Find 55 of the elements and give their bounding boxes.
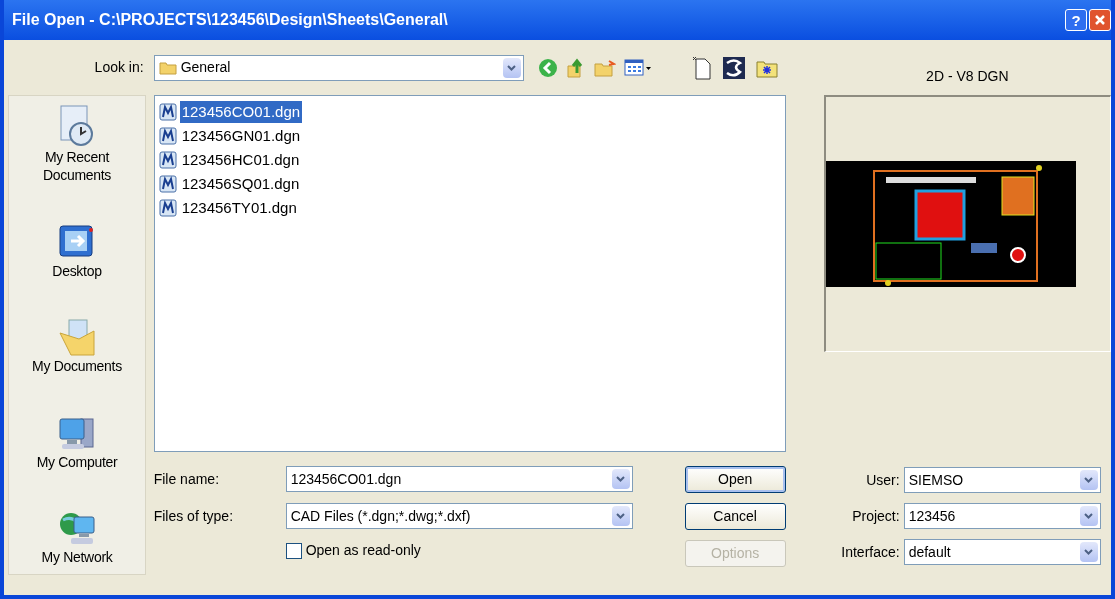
new-folder-icon[interactable] bbox=[593, 58, 616, 77]
dialog-button[interactable]: Cancel bbox=[684, 503, 786, 530]
dgn-file-icon bbox=[158, 175, 177, 193]
setting-dropdown[interactable]: 123456 bbox=[903, 503, 1101, 529]
setting-label: Project: bbox=[851, 506, 901, 526]
setting-label: User: bbox=[865, 470, 901, 490]
dropdown-button[interactable] bbox=[1079, 470, 1098, 490]
new-document-icon[interactable] bbox=[691, 55, 712, 80]
dgn-file-icon bbox=[158, 199, 177, 217]
file-item[interactable]: 123456HC01.dgn bbox=[158, 148, 302, 172]
dropdown-button[interactable] bbox=[611, 506, 630, 526]
places-item[interactable]: My Documents bbox=[22, 317, 132, 375]
dgn-file-icon bbox=[158, 127, 177, 145]
places-item[interactable]: My Network bbox=[22, 508, 132, 566]
setting-label: Interface: bbox=[840, 542, 901, 562]
setting-dropdown[interactable]: default bbox=[903, 539, 1101, 565]
read-only-checkbox[interactable] bbox=[285, 542, 302, 559]
read-only-label: Open as read-only bbox=[305, 541, 421, 560]
file-type-label: Files of type: bbox=[153, 506, 235, 526]
look-in-label: Look in: bbox=[94, 58, 144, 77]
places-item[interactable]: My Computer bbox=[22, 412, 132, 471]
setting-dropdown[interactable]: SIEMSO bbox=[903, 467, 1101, 493]
dropdown-button[interactable] bbox=[1079, 506, 1098, 526]
caret-icon bbox=[507, 64, 517, 71]
places-item[interactable]: My Recent Documents bbox=[22, 104, 132, 184]
dropdown-button[interactable] bbox=[502, 57, 521, 78]
caret-icon bbox=[616, 476, 626, 482]
look-in-dropdown[interactable]: General bbox=[153, 54, 524, 81]
window-title: File Open - C:\PROJECTS\123456\Design\Sheets\General\ bbox=[12, 10, 448, 30]
dialog-button[interactable]: Open bbox=[684, 466, 786, 493]
folder-icon bbox=[158, 60, 177, 75]
places-item[interactable]: Desktop bbox=[22, 221, 132, 280]
dgn-file-icon bbox=[158, 151, 177, 169]
file-type-dropdown[interactable]: CAD Files (*.dgn;*.dwg;*.dxf) bbox=[285, 503, 633, 529]
caret-icon bbox=[1084, 477, 1094, 483]
dgn-file-icon bbox=[158, 103, 177, 121]
close-button[interactable] bbox=[1089, 9, 1111, 31]
caret-icon bbox=[1084, 549, 1094, 555]
file-name-label: File name: bbox=[153, 469, 220, 489]
view-menu-icon[interactable] bbox=[623, 58, 652, 77]
folder-documents-icon bbox=[57, 317, 97, 357]
file-item[interactable]: 123456GN01.dgn bbox=[158, 124, 303, 148]
file-item[interactable]: 123456SQ01.dgn bbox=[158, 172, 302, 196]
script-logo-icon[interactable] bbox=[721, 55, 746, 80]
preview-label: 2D - V8 DGN bbox=[926, 67, 1009, 86]
close-icon bbox=[1094, 14, 1106, 26]
file-item[interactable]: 123456TY01.dgn bbox=[158, 196, 299, 220]
back-icon[interactable] bbox=[537, 57, 558, 78]
file-name-field[interactable]: 123456CO01.dgn bbox=[285, 466, 633, 492]
help-button[interactable]: ? bbox=[1065, 9, 1087, 31]
caret-icon bbox=[1084, 513, 1094, 519]
caret-icon bbox=[616, 513, 626, 519]
look-in-value: General bbox=[180, 58, 231, 77]
dropdown-button[interactable] bbox=[611, 469, 630, 489]
dropdown-button[interactable] bbox=[1079, 542, 1098, 562]
